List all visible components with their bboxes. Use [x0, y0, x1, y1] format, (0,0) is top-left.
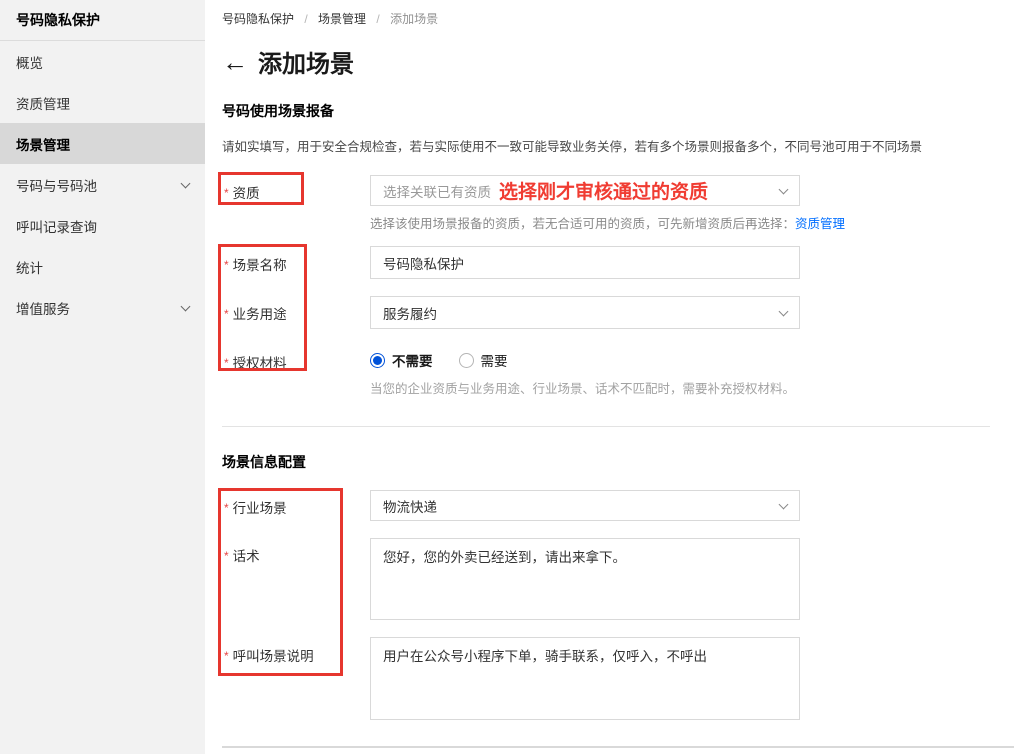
sidebar-product-title: 号码隐私保护 — [0, 0, 205, 41]
business-purpose-value: 服务履约 — [383, 303, 437, 323]
back-arrow-icon[interactable]: ← — [222, 49, 248, 75]
radio-unchecked-icon — [459, 353, 474, 368]
tutorial-annotation-text: 选择刚才审核通过的资质 — [499, 177, 708, 204]
annotation-box-qualification — [218, 172, 304, 205]
breadcrumb-separator: / — [376, 12, 379, 26]
radio-option-required[interactable]: 需要 — [459, 350, 508, 370]
sidebar-item-statistics[interactable]: 统计 — [0, 246, 205, 287]
radio-label: 需要 — [481, 350, 508, 370]
scene-name-input[interactable] — [370, 246, 800, 279]
radio-checked-icon — [370, 353, 385, 368]
bottom-divider — [222, 746, 1014, 748]
page-header: ← 添加场景 — [222, 44, 354, 79]
page-title: 添加场景 — [258, 44, 354, 79]
sidebar-item-overview[interactable]: 概览 — [0, 41, 205, 82]
sidebar-item-qualification-management[interactable]: 资质管理 — [0, 82, 205, 123]
qualification-helper: 选择该使用场景报备的资质，若无合适可用的资质，可先新增资质后再选择：资质管理 — [370, 213, 845, 232]
annotation-box-basic-fields — [218, 244, 307, 371]
chevron-down-icon — [779, 184, 789, 194]
sidebar: 号码隐私保护 概览 资质管理 场景管理 号码与号码池 呼叫记录查询 统计 增值 — [0, 0, 205, 754]
annotation-box-config-fields — [218, 488, 343, 676]
sidebar-item-label: 场景管理 — [16, 134, 70, 154]
call-scene-description-textarea[interactable]: 用户在公众号小程序下单，骑手联系，仅呼入，不呼出 — [370, 637, 800, 720]
sidebar-item-numbers-and-pools[interactable]: 号码与号码池 — [0, 164, 205, 205]
breadcrumb-item-current: 添加场景 — [390, 12, 438, 26]
qualification-select-placeholder: 选择关联已有资质 — [383, 181, 491, 201]
chevron-down-icon — [779, 499, 789, 509]
sidebar-item-label: 资质管理 — [16, 93, 70, 113]
radio-label: 不需要 — [392, 350, 433, 370]
sidebar-item-label: 统计 — [16, 257, 43, 277]
sidebar-item-scene-management[interactable]: 场景管理 — [0, 123, 205, 164]
section-divider — [222, 426, 990, 427]
business-purpose-select[interactable]: 服务履约 — [370, 296, 800, 329]
sidebar-item-call-records[interactable]: 呼叫记录查询 — [0, 205, 205, 246]
section-description: 请如实填写，用于安全合规检查，若与实际使用不一致可能导致业务关停，若有多个场景则… — [222, 136, 922, 155]
qualification-management-link[interactable]: 资质管理 — [795, 217, 845, 231]
breadcrumb-item-product[interactable]: 号码隐私保护 — [222, 12, 294, 26]
authorization-helper: 当您的企业资质与业务用途、行业场景、话术不匹配时，需要补充授权材料。 — [370, 378, 795, 397]
sidebar-item-label: 号码与号码池 — [16, 175, 97, 195]
radio-option-not-required[interactable]: 不需要 — [370, 350, 433, 370]
breadcrumb: 号码隐私保护 / 场景管理 / 添加场景 — [222, 10, 438, 27]
qualification-helper-text: 选择该使用场景报备的资质，若无合适可用的资质，可先新增资质后再选择： — [370, 217, 795, 231]
sidebar-item-label: 呼叫记录查询 — [16, 216, 97, 236]
sidebar-item-label: 增值服务 — [16, 298, 70, 318]
industry-scene-value: 物流快递 — [383, 496, 437, 516]
qualification-select[interactable]: 选择关联已有资质 选择刚才审核通过的资质 — [370, 175, 800, 206]
script-textarea[interactable]: 您好，您的外卖已经送到，请出来拿下。 — [370, 538, 800, 620]
sidebar-item-label: 概览 — [16, 52, 43, 72]
sidebar-nav: 概览 资质管理 场景管理 号码与号码池 呼叫记录查询 统计 增值服务 — [0, 41, 205, 328]
chevron-down-icon — [181, 301, 191, 311]
section-title-scene-config: 场景信息配置 — [222, 452, 306, 472]
chevron-down-icon — [181, 178, 191, 188]
main-content: 号码隐私保护 / 场景管理 / 添加场景 ← 添加场景 号码使用场景报备 请如实… — [205, 0, 1024, 754]
sidebar-item-value-added-services[interactable]: 增值服务 — [0, 287, 205, 328]
app-window: 号码隐私保护 概览 资质管理 场景管理 号码与号码池 呼叫记录查询 统计 增值 — [0, 0, 1024, 754]
industry-scene-select[interactable]: 物流快递 — [370, 490, 800, 521]
breadcrumb-item-scene-management[interactable]: 场景管理 — [318, 12, 366, 26]
authorization-radio-group: 不需要 需要 — [370, 350, 508, 370]
chevron-down-icon — [779, 306, 789, 316]
section-title-scene-report: 号码使用场景报备 — [222, 101, 334, 121]
breadcrumb-separator: / — [304, 12, 307, 26]
